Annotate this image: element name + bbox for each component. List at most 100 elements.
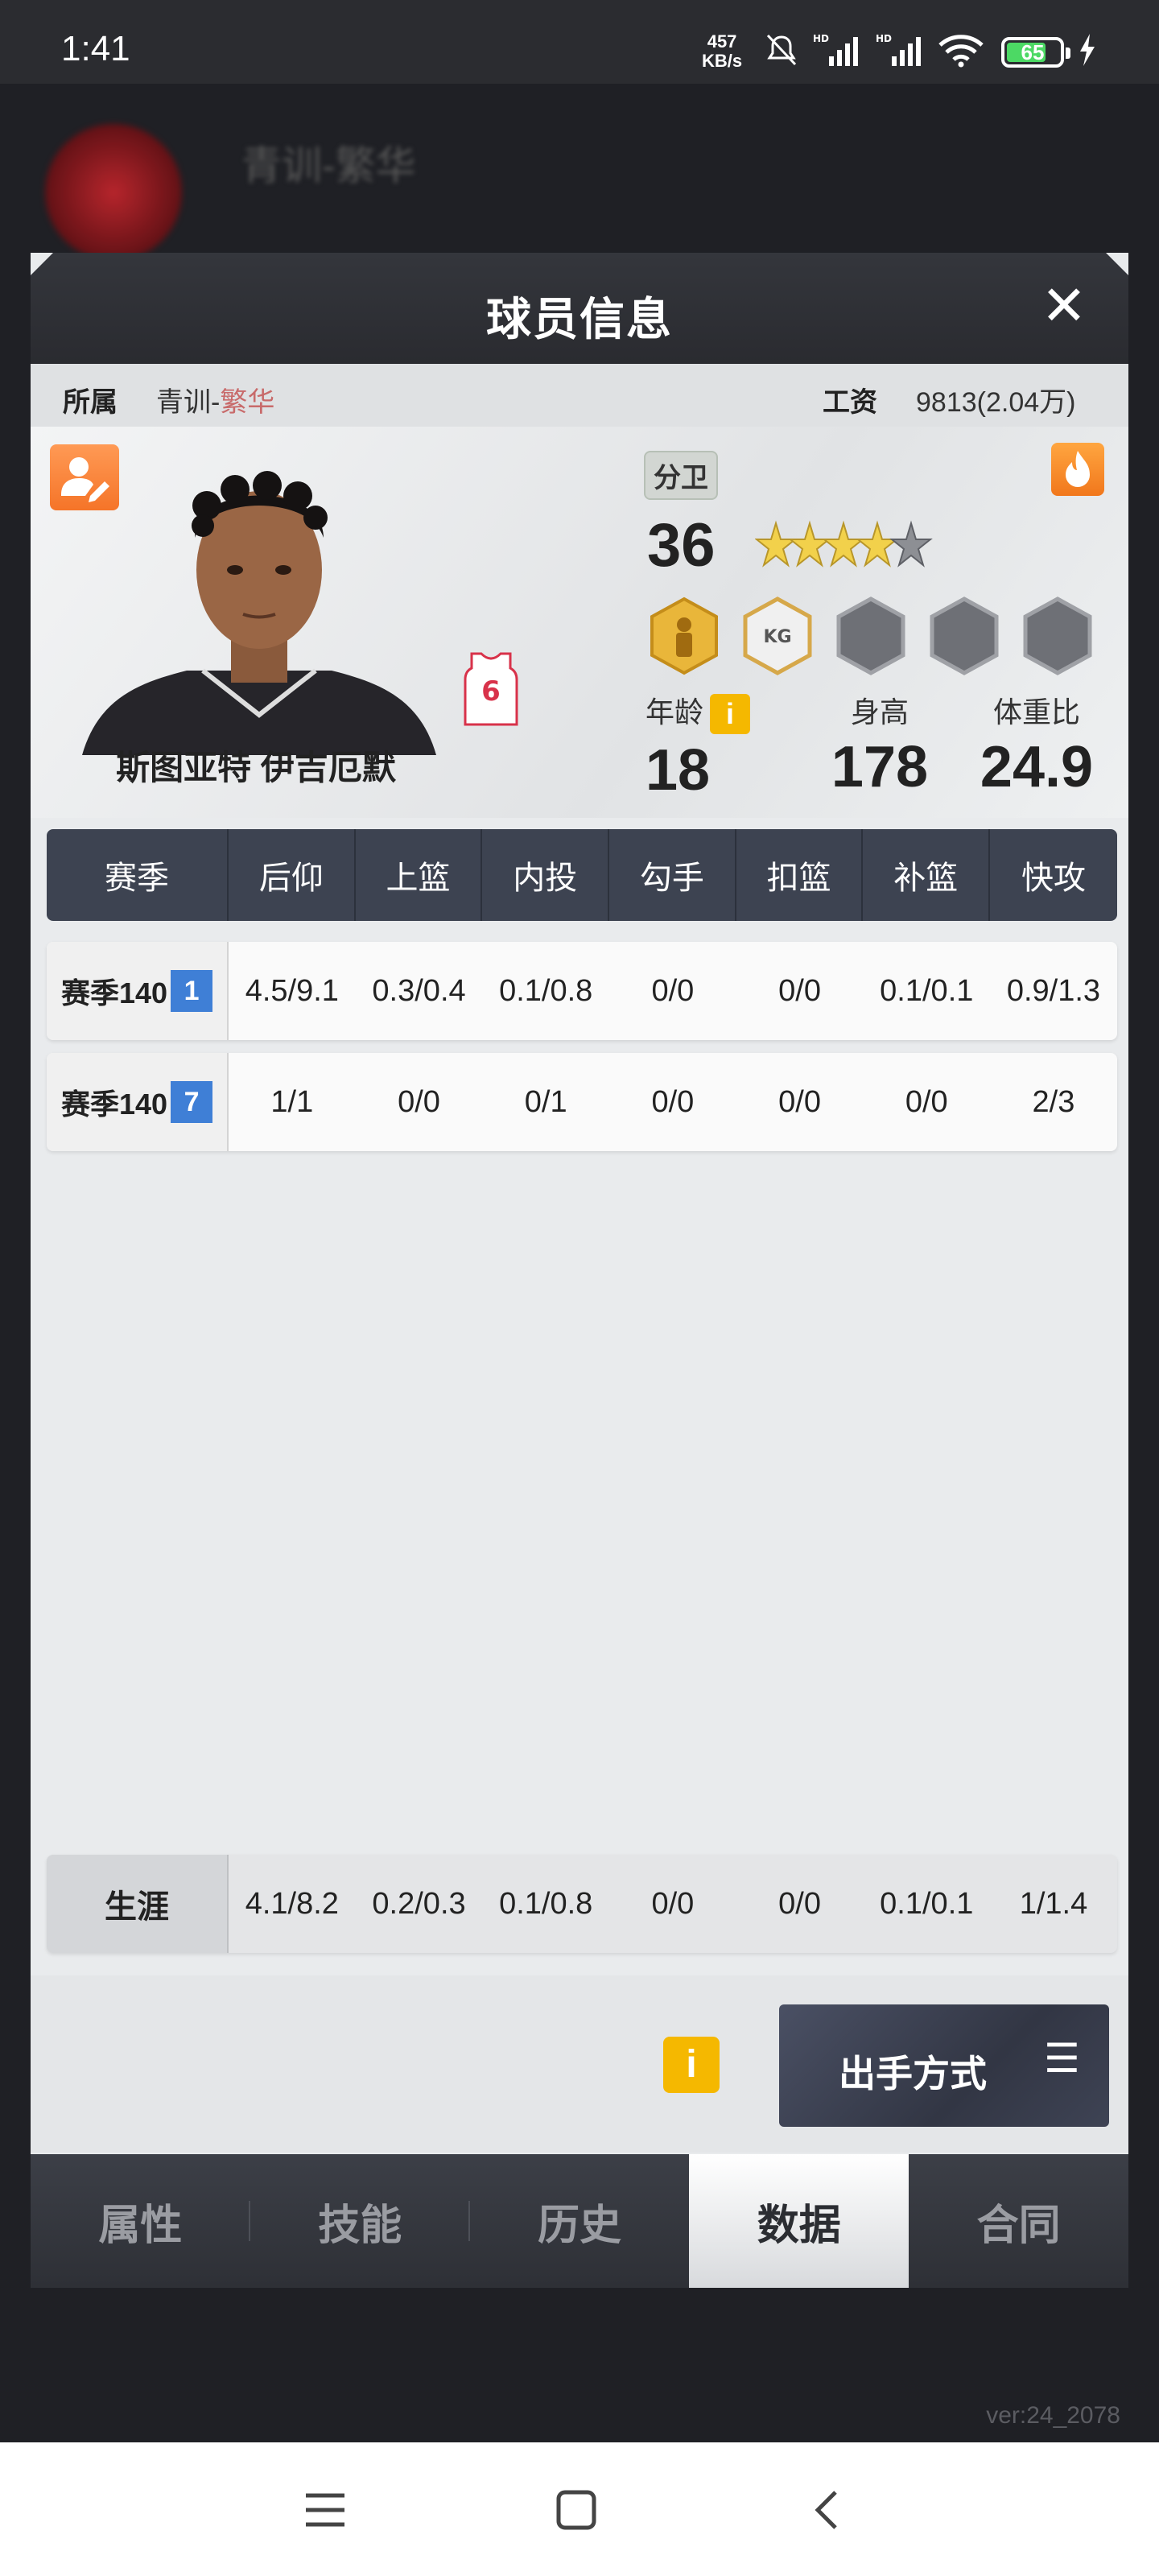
header-dunk: 扣篮	[736, 829, 864, 921]
weight-ratio-stat: 体重比 24.9	[956, 689, 1117, 800]
header-hook: 勾手	[609, 829, 736, 921]
star-empty-icon	[891, 522, 931, 566]
clock: 1:41	[61, 29, 130, 68]
tab-data[interactable]: 数据	[689, 2154, 909, 2288]
career-row: 生涯 4.1/8.2 0.2/0.3 0.1/0.8 0/0 0/0 0.1/0…	[47, 1855, 1117, 1953]
salary-label: 工资	[823, 387, 877, 418]
table-cell: 0/0	[651, 973, 695, 1008]
table-cell: 0/0	[651, 1886, 695, 1921]
age-label: 年龄	[645, 696, 704, 729]
header-layup: 上篮	[356, 829, 483, 921]
team-logo	[45, 124, 182, 261]
star-icon	[756, 522, 796, 566]
salary-value: 9813(2.04万)	[916, 387, 1076, 418]
badge-empty-icon	[836, 597, 905, 675]
signal-icon-1: HD	[813, 33, 858, 66]
table-cell: 1/1.4	[1019, 1886, 1088, 1921]
height-label: 身高	[850, 696, 909, 729]
table-row[interactable]: 赛季140 1 4.5/9.1 0.3/0.4 0.1/0.8 0/0 0/0 0…	[47, 942, 1117, 1040]
position-badge: 分卫	[644, 451, 718, 500]
system-nav-bar	[0, 2442, 1159, 2576]
player-portrait	[82, 471, 436, 755]
jersey-number: 6	[481, 675, 501, 708]
height-value: 178	[831, 735, 929, 799]
status-bar: 1:41 457 KB/s HD HD 65	[0, 0, 1159, 84]
table-cell: 0.9/1.3	[1006, 973, 1101, 1008]
table-cell: 0/0	[778, 1886, 821, 1921]
table-cell: 0/0	[905, 1084, 948, 1119]
shoot-mode-button[interactable]: 出手方式 ☰	[779, 2004, 1109, 2127]
modal-title: 球员信息	[486, 294, 673, 345]
skill-badges: KG	[650, 597, 1092, 675]
header-fastbreak: 快攻	[1021, 861, 1086, 896]
table-cell: 2/3	[1032, 1084, 1075, 1119]
badge-empty-icon	[930, 597, 999, 675]
tab-bar: 属性 技能 历史 数据 合同	[31, 2154, 1128, 2288]
recents-menu-icon[interactable]	[303, 2487, 348, 2533]
table-cell: 0.1/0.8	[499, 1886, 593, 1921]
age-stat: 年龄 i 18	[645, 689, 766, 803]
season-cell: 赛季140 1	[47, 942, 229, 1040]
height-stat: 身高 178	[803, 689, 956, 800]
table-cell: 0/0	[398, 1084, 440, 1119]
star-icon	[790, 522, 830, 566]
tab-skills[interactable]: 技能	[250, 2154, 470, 2288]
charging-icon	[1080, 34, 1095, 66]
header-inside-shot: 内投	[482, 829, 610, 921]
table-cell: 0.1/0.8	[499, 973, 593, 1008]
info-bar: 所属 青训-繁华 工资 9813(2.04万)	[31, 364, 1128, 427]
back-icon[interactable]	[805, 2487, 850, 2533]
home-icon[interactable]	[554, 2487, 599, 2533]
badge-empty-icon	[1023, 597, 1092, 675]
table-cell: 0.2/0.3	[372, 1886, 466, 1921]
table-cell: 0/0	[778, 973, 821, 1008]
wifi-icon	[938, 35, 984, 68]
fire-icon	[1066, 451, 1090, 487]
table-cell: 0/1	[524, 1084, 567, 1119]
tab-history[interactable]: 历史	[470, 2154, 690, 2288]
player-rating: 36	[647, 511, 716, 580]
table-cell: 0/0	[778, 1084, 821, 1119]
menu-icon: ☰	[1044, 2036, 1080, 2081]
age-info-icon[interactable]: i	[710, 694, 751, 735]
player-name: 斯图亚特 伊吉厄默	[116, 749, 396, 786]
table-row[interactable]: 赛季140 7 1/1 0/0 0/1 0/0 0/0 0/0 2/3	[47, 1053, 1117, 1151]
svg-text:HD: HD	[876, 33, 892, 44]
star-icon	[857, 522, 897, 566]
affiliation-label: 所属	[63, 387, 118, 418]
season-cell: 赛季140 7	[47, 1053, 229, 1151]
table-cell: 4.1/8.2	[245, 1886, 339, 1921]
svg-text:KG: KG	[763, 627, 791, 647]
svg-text:HD: HD	[813, 33, 829, 44]
table-cell: 0.3/0.4	[372, 973, 466, 1008]
background-title: 青训-繁华	[241, 143, 416, 188]
shoot-mode-label: 出手方式	[839, 2053, 987, 2095]
weight-ratio-value: 24.9	[980, 735, 1094, 799]
hot-button[interactable]	[1051, 443, 1104, 496]
badge-kg-icon: KG	[743, 597, 812, 675]
tab-contract[interactable]: 合同	[909, 2154, 1128, 2288]
career-label: 生涯	[47, 1855, 229, 1953]
badge-gold-player-icon	[650, 597, 718, 675]
header-fadeaway: 后仰	[229, 829, 356, 921]
shoot-info-icon[interactable]: i	[663, 2037, 720, 2093]
close-button[interactable]: ✕	[1038, 279, 1090, 333]
header-putback: 补篮	[863, 829, 991, 921]
tab-attributes[interactable]: 属性	[31, 2154, 250, 2288]
mute-bell-icon	[766, 34, 797, 66]
table-cell: 0.1/0.1	[880, 1886, 974, 1921]
network-speed: 457 KB/s	[702, 31, 743, 71]
age-value: 18	[645, 738, 711, 803]
jersey-icon: 6	[464, 652, 518, 726]
star-icon	[823, 522, 864, 566]
season-badge: 1	[171, 970, 213, 1012]
star-rating	[756, 522, 931, 566]
signal-icon-2: HD	[876, 33, 921, 66]
table-cell: 1/1	[270, 1084, 314, 1119]
version-label: ver:24_2078	[986, 2402, 1120, 2429]
action-area: i 出手方式 ☰	[31, 1975, 1128, 2153]
stats-table-header: 赛季 后仰 上篮 内投 勾手 扣篮 补篮 快攻	[47, 829, 1117, 921]
player-profile: 斯图亚特 伊吉厄默 6 分卫 36 KG 年龄 i 18 身高 178 体重比 …	[31, 427, 1128, 818]
battery-indicator: 65	[1001, 37, 1070, 68]
season-badge: 7	[171, 1081, 213, 1123]
